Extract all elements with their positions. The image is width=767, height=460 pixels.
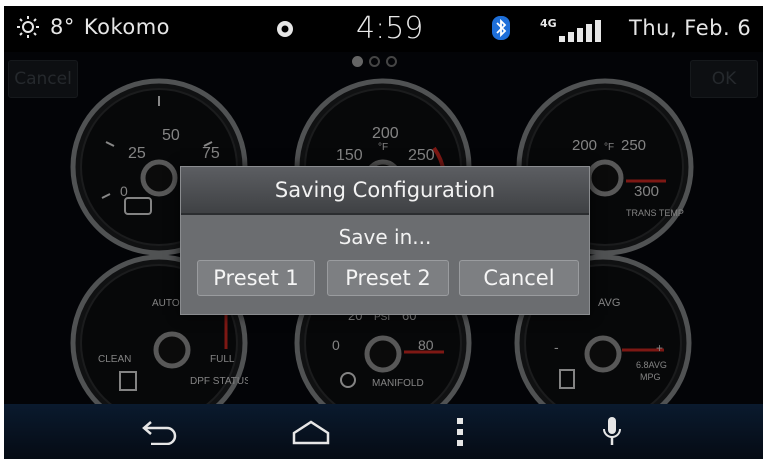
clock: 4:59 [356, 11, 424, 46]
preset-1-button[interactable]: Preset 1 [197, 260, 315, 296]
menu-button[interactable] [440, 414, 480, 450]
home-button[interactable] [291, 414, 331, 450]
navigation-bar [4, 404, 763, 459]
menu-icon [457, 418, 463, 446]
head-unit-screen: 8° Kokomo 4:59 4G Thu, Feb. 6 Cancel OK … [4, 6, 763, 459]
preset-2-button[interactable]: Preset 2 [327, 260, 449, 296]
back-icon [142, 421, 177, 445]
voice-button[interactable] [592, 414, 632, 450]
network-type: 4G [540, 17, 557, 30]
status-bar: 8° Kokomo 4:59 4G Thu, Feb. 6 [4, 6, 763, 52]
dialog-title: Saving Configuration [181, 167, 589, 215]
bluetooth-icon [492, 16, 510, 40]
weather[interactable]: 8° Kokomo [16, 15, 170, 39]
back-button[interactable] [140, 414, 180, 450]
signal-strength-icon [558, 20, 601, 42]
city: Kokomo [83, 15, 171, 39]
signal: 4G [540, 16, 601, 42]
eye-icon [277, 21, 293, 37]
date: Thu, Feb. 6 [629, 16, 752, 40]
save-dialog: Saving Configuration Save in... Preset 1… [180, 166, 590, 315]
dialog-cancel-button[interactable]: Cancel [459, 260, 579, 296]
temperature: 8° [50, 15, 75, 39]
home-icon [292, 420, 330, 445]
dialog-message: Save in... [338, 225, 432, 249]
microphone-icon [603, 417, 621, 445]
sun-icon [17, 16, 39, 38]
